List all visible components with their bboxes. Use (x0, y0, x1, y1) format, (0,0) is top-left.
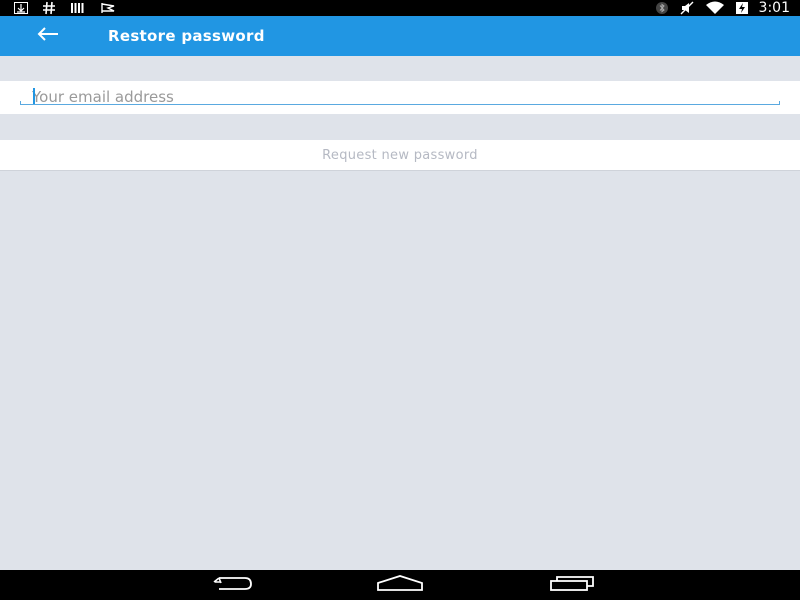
email-field[interactable] (20, 85, 792, 109)
status-bar-system: 3:01 (655, 0, 790, 16)
nav-back-button[interactable] (200, 570, 260, 600)
page-title: Restore password (108, 27, 265, 45)
nav-home-button[interactable] (370, 570, 430, 600)
mute-icon (679, 1, 695, 15)
divider (0, 170, 800, 171)
email-field-container (0, 81, 800, 114)
nav-recents-button[interactable] (542, 570, 602, 600)
app-toolbar: Restore password (0, 16, 800, 56)
email-field-underline (20, 101, 780, 105)
download-icon (14, 2, 28, 14)
status-clock: 3:01 (758, 0, 790, 16)
request-new-password-button[interactable]: Request new password (0, 140, 800, 170)
status-bar-notifications (14, 1, 116, 15)
wifi-icon (705, 1, 725, 15)
battery-charging-icon (735, 1, 749, 15)
back-nav-icon (207, 575, 253, 595)
request-new-password-label: Request new password (322, 147, 478, 163)
system-nav-bar (0, 570, 800, 600)
text-cursor (33, 88, 35, 104)
back-button[interactable] (30, 20, 66, 52)
flag-icon (100, 2, 116, 14)
arrow-left-icon (36, 26, 60, 46)
home-nav-icon (375, 575, 425, 595)
barcode-icon (70, 2, 86, 14)
hashtag-icon (42, 1, 56, 15)
bluetooth-icon (655, 1, 669, 15)
recents-nav-icon (548, 575, 596, 595)
status-bar: 3:01 (0, 0, 800, 16)
